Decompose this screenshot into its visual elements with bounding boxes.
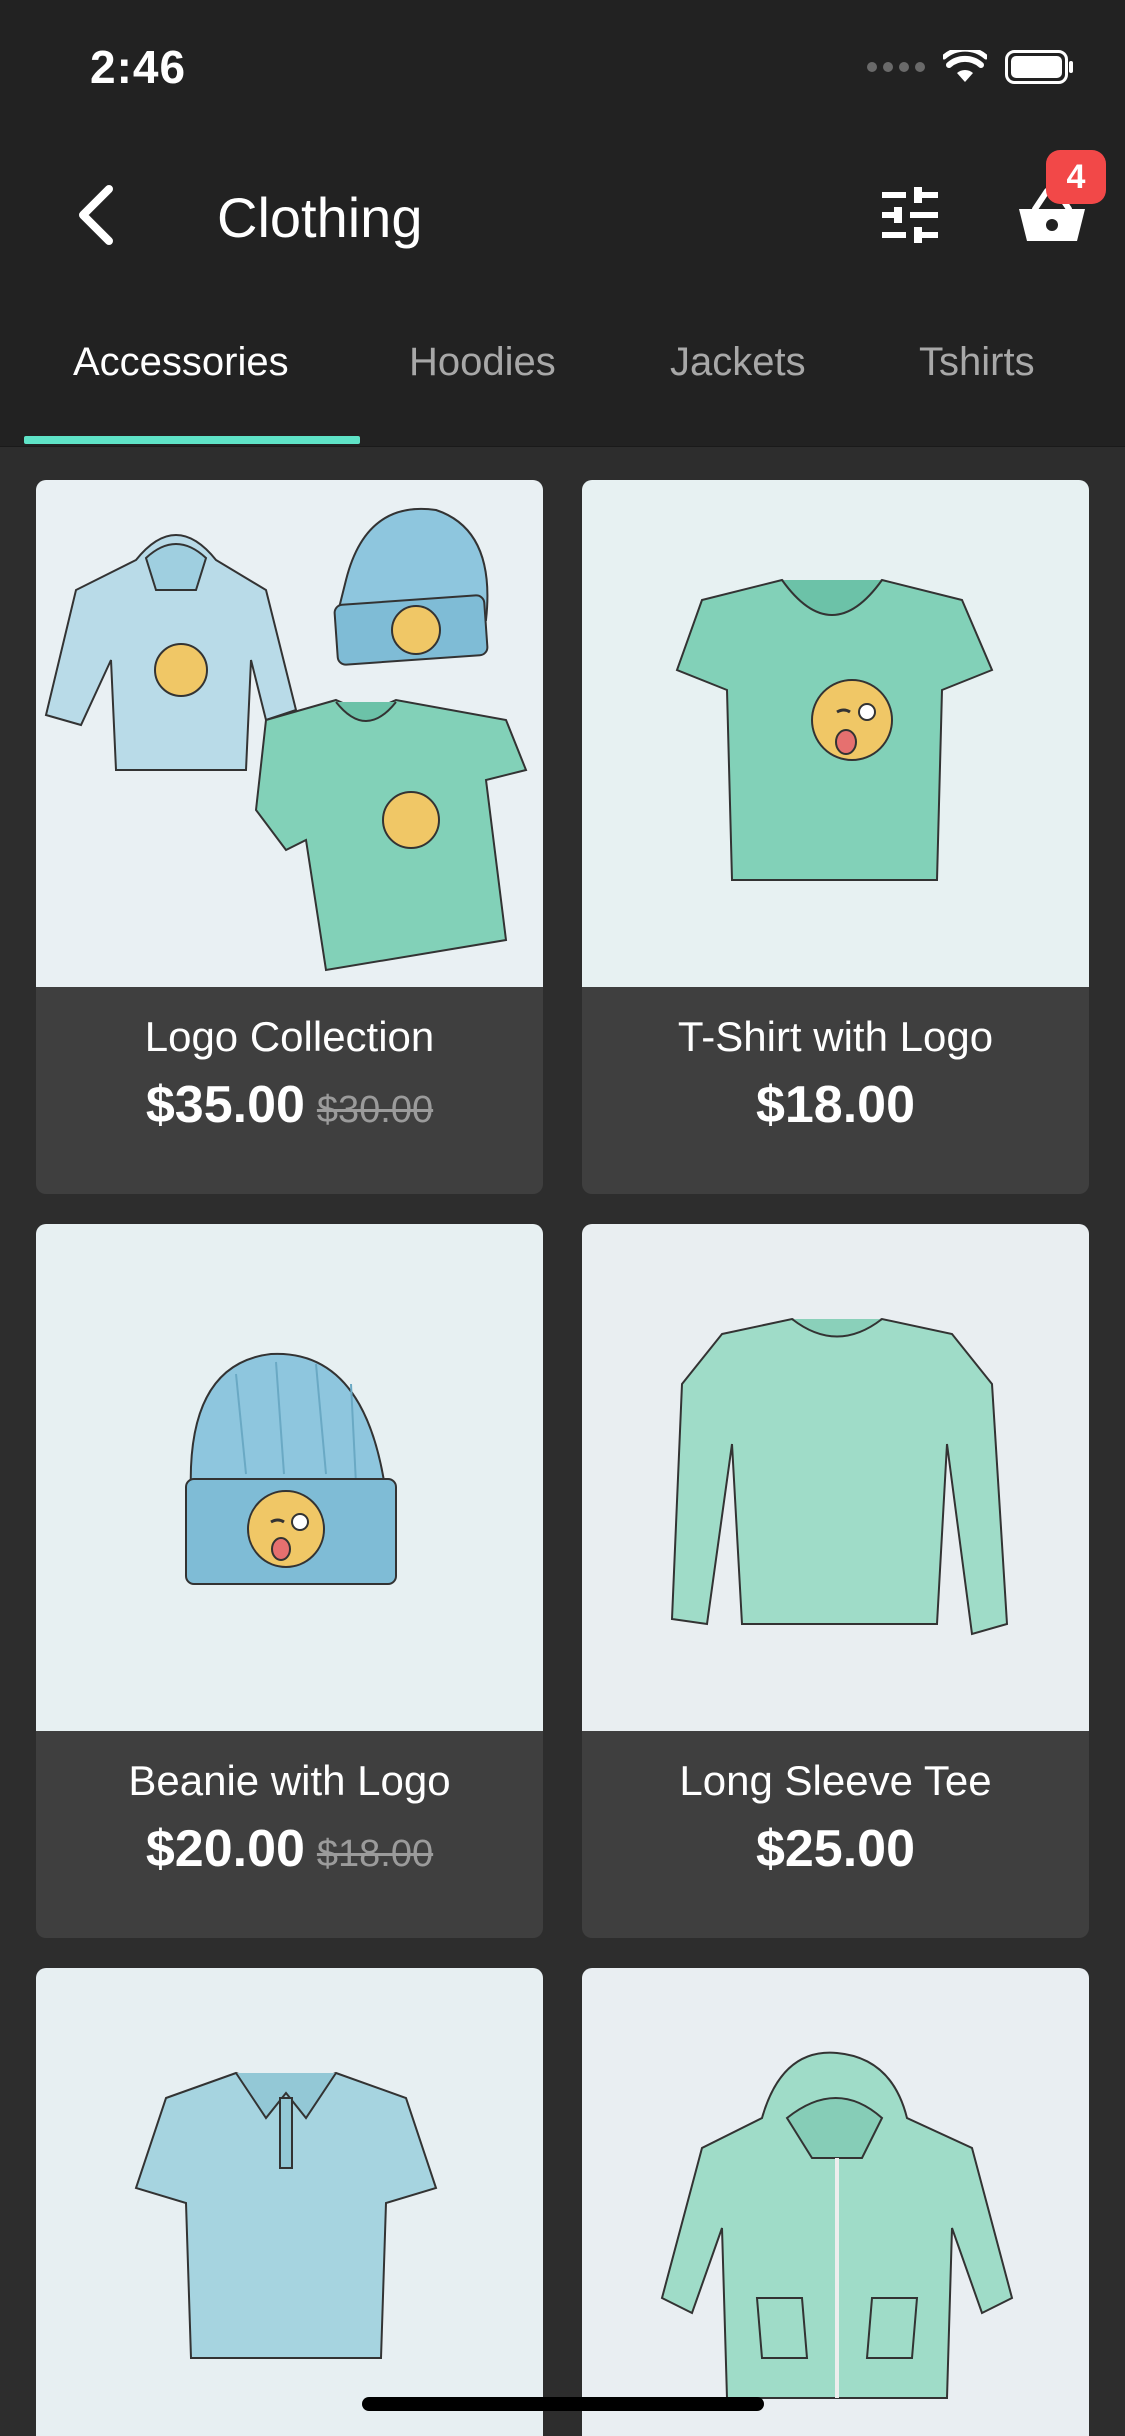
product-info: Beanie with Logo $20.00 $18.00 — [36, 1731, 543, 1938]
back-button[interactable] — [55, 175, 135, 255]
product-name: T-Shirt with Logo — [677, 1013, 994, 1060]
chevron-left-icon — [79, 185, 113, 245]
product-price: $20.00 — [145, 1820, 305, 1878]
product-info: Long Sleeve Tee $25.00 — [582, 1731, 1089, 1938]
product-price: $35.00 — [145, 1076, 305, 1134]
status-time: 2:46 — [90, 41, 187, 93]
long-sleeve-illustration — [670, 1317, 1009, 1636]
price-row: $20.00 $18.00 — [146, 1819, 433, 1879]
product-price: $25.00 — [755, 1820, 916, 1878]
battery-icon — [1005, 50, 1073, 84]
home-indicator[interactable] — [362, 2397, 764, 2411]
page-title: Clothing — [217, 186, 423, 249]
status-icons — [867, 50, 1075, 84]
tab-tshirts[interactable]: Tshirts — [919, 340, 1035, 385]
price-row: $35.00 $30.00 — [146, 1075, 433, 1135]
product-name: Logo Collection — [144, 1013, 435, 1060]
active-tab-indicator — [24, 436, 360, 444]
cart-count-badge: 4 — [1046, 150, 1106, 204]
cellular-signal-icon — [867, 62, 925, 72]
product-name: Beanie with Logo — [128, 1757, 451, 1804]
product-image — [36, 480, 543, 987]
tab-hoodies[interactable]: Hoodies — [409, 340, 556, 385]
hoodie-zip-illustration — [660, 2051, 1014, 2399]
product-old-price: $30.00 — [316, 1089, 434, 1131]
product-info: Logo Collection $35.00 $30.00 — [36, 987, 543, 1194]
status-bar: 2:46 — [0, 0, 1125, 135]
tshirt-illustration — [675, 578, 994, 881]
tab-jackets[interactable]: Jackets — [670, 340, 806, 385]
polo-illustration — [134, 2071, 438, 2359]
tab-accessories[interactable]: Accessories — [73, 340, 289, 385]
sliders-icon — [882, 187, 938, 243]
product-price: $18.00 — [755, 1076, 916, 1134]
product-image — [582, 1968, 1089, 2436]
product-card[interactable] — [582, 1968, 1089, 2436]
product-card[interactable]: T-Shirt with Logo $18.00 — [582, 480, 1089, 1194]
product-name: Long Sleeve Tee — [679, 1757, 992, 1804]
category-tabs: Accessories Hoodies Jackets Tshirts — [0, 300, 1125, 447]
wifi-icon — [943, 50, 987, 82]
product-old-price: $18.00 — [316, 1833, 434, 1875]
product-card[interactable]: Logo Collection $35.00 $30.00 — [36, 480, 543, 1194]
product-card[interactable]: Beanie with Logo $20.00 $18.00 — [36, 1224, 543, 1938]
product-image — [582, 1224, 1089, 1731]
product-info: T-Shirt with Logo $18.00 — [582, 987, 1089, 1194]
product-image — [36, 1968, 543, 2436]
filter-button[interactable] — [870, 175, 950, 255]
product-card[interactable]: Long Sleeve Tee $25.00 — [582, 1224, 1089, 1938]
price-row: $25.00 — [756, 1819, 915, 1879]
collection-illustration — [44, 507, 528, 972]
clothing-screen: 2:46 Clothing 4 Accessories Hoodies Jack… — [0, 0, 1125, 2436]
product-image — [582, 480, 1089, 987]
product-image — [36, 1224, 543, 1731]
product-card[interactable] — [36, 1968, 543, 2436]
app-header: Clothing — [0, 135, 1125, 300]
price-row: $18.00 — [756, 1075, 915, 1135]
beanie-illustration — [185, 1352, 397, 1585]
